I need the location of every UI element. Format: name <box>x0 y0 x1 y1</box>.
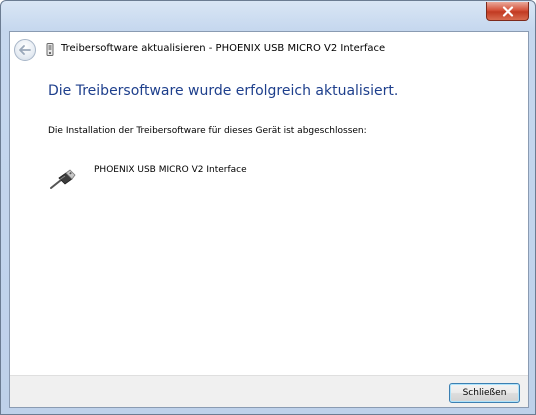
wizard-content: Treibersoftware aktualisieren - PHOENIX … <box>9 31 529 408</box>
usb-plug-icon <box>50 169 76 189</box>
close-dialog-button[interactable]: Schließen <box>449 383 520 403</box>
wizard-footer: Schließen <box>10 375 528 407</box>
installation-status-text: Die Installation der Treibersoftware für… <box>48 126 367 136</box>
close-icon <box>502 5 513 17</box>
driver-icon <box>46 43 54 56</box>
back-arrow-icon <box>19 45 31 55</box>
device-name: PHOENIX USB MICRO V2 Interface <box>94 165 247 175</box>
window-title: Treibersoftware aktualisieren - PHOENIX … <box>61 43 386 54</box>
page-title: Die Treibersoftware wurde erfolgreich ak… <box>48 83 399 99</box>
wizard-window: Treibersoftware aktualisieren - PHOENIX … <box>0 0 536 415</box>
back-button[interactable] <box>14 39 36 61</box>
wizard-header: Treibersoftware aktualisieren - PHOENIX … <box>10 32 528 68</box>
window-close-button[interactable] <box>486 2 529 21</box>
